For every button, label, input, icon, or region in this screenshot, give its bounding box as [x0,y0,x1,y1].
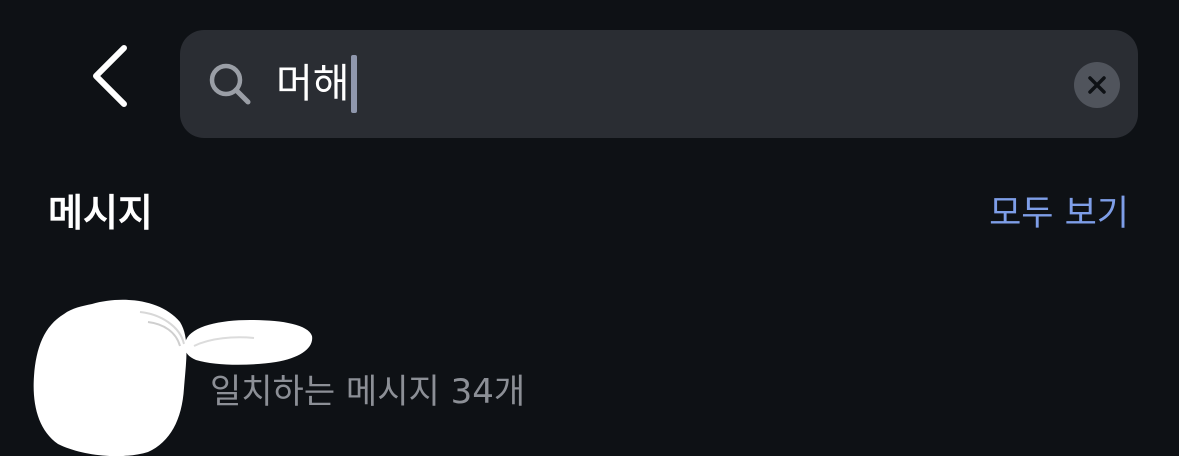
search-bar[interactable]: 머해 [180,30,1138,138]
chevron-left-icon [93,45,127,107]
back-button[interactable] [70,36,150,116]
clear-search-button[interactable] [1074,62,1120,108]
close-icon [1088,76,1106,94]
search-query-text: 머해 [276,61,350,107]
avatar-redacted [33,299,187,456]
section-title-messages: 메시지 [48,191,153,235]
match-count-text: 일치하는 메시지 34개 [210,372,526,412]
text-caret [350,55,357,113]
message-result-row[interactable]: 일치하는 메시지 34개 [0,280,1179,456]
contact-name-redacted [184,320,313,365]
see-all-link[interactable]: 모두 보기 [989,190,1129,238]
search-input[interactable]: 머해 [276,30,357,138]
search-icon [209,63,251,105]
